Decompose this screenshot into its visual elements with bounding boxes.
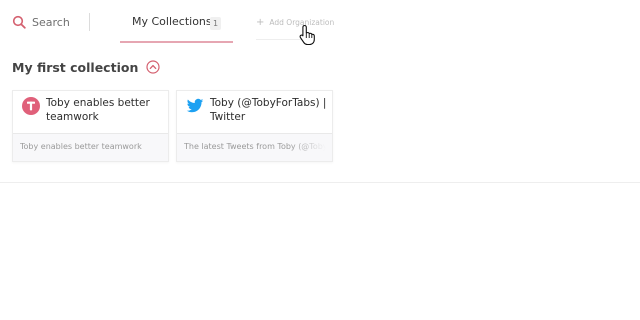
add-organization-underline (256, 39, 301, 40)
collapse-collection-button[interactable] (146, 60, 160, 74)
card-description: The latest Tweets from Toby (@TobyForTab… (184, 142, 326, 151)
twitter-bird-icon (186, 98, 204, 113)
plus-icon: + (256, 17, 265, 28)
tab-my-collections[interactable]: My Collections 1 (120, 13, 233, 43)
chevron-up-icon (146, 60, 160, 74)
section-divider (0, 182, 640, 183)
tab-label: My Collections (132, 15, 212, 28)
card-title: Toby (@TobyForTabs) | Twitter (210, 97, 327, 123)
toby-logo-icon (22, 97, 40, 115)
collection-count-badge: 1 (210, 17, 221, 30)
top-bar: Search My Collections 1 + Add Organizati… (0, 0, 640, 46)
search-box[interactable]: Search (12, 13, 70, 31)
card-title: Toby enables better teamwork (46, 97, 150, 123)
search-icon (12, 15, 26, 29)
bookmark-card[interactable]: Toby enables better teamwork Toby enable… (12, 90, 169, 162)
card-header: Toby (@TobyForTabs) | Twitter (177, 91, 332, 134)
active-tab-indicator (120, 41, 233, 43)
add-organization-button[interactable]: + Add Organization (256, 17, 335, 40)
add-organization-label: Add Organization (269, 18, 335, 27)
card-description: Toby enables better teamwork (20, 142, 142, 151)
card-footer: The latest Tweets from Toby (@TobyForTab… (177, 134, 332, 161)
search-label: Search (32, 15, 70, 29)
toolbar-divider (89, 13, 90, 31)
collection-header: My first collection (12, 58, 160, 76)
card-header: Toby enables better teamwork (13, 91, 168, 134)
collection-title: My first collection (12, 59, 139, 75)
bookmark-card[interactable]: Toby (@TobyForTabs) | Twitter The latest… (176, 90, 333, 162)
card-footer: Toby enables better teamwork (13, 134, 168, 161)
